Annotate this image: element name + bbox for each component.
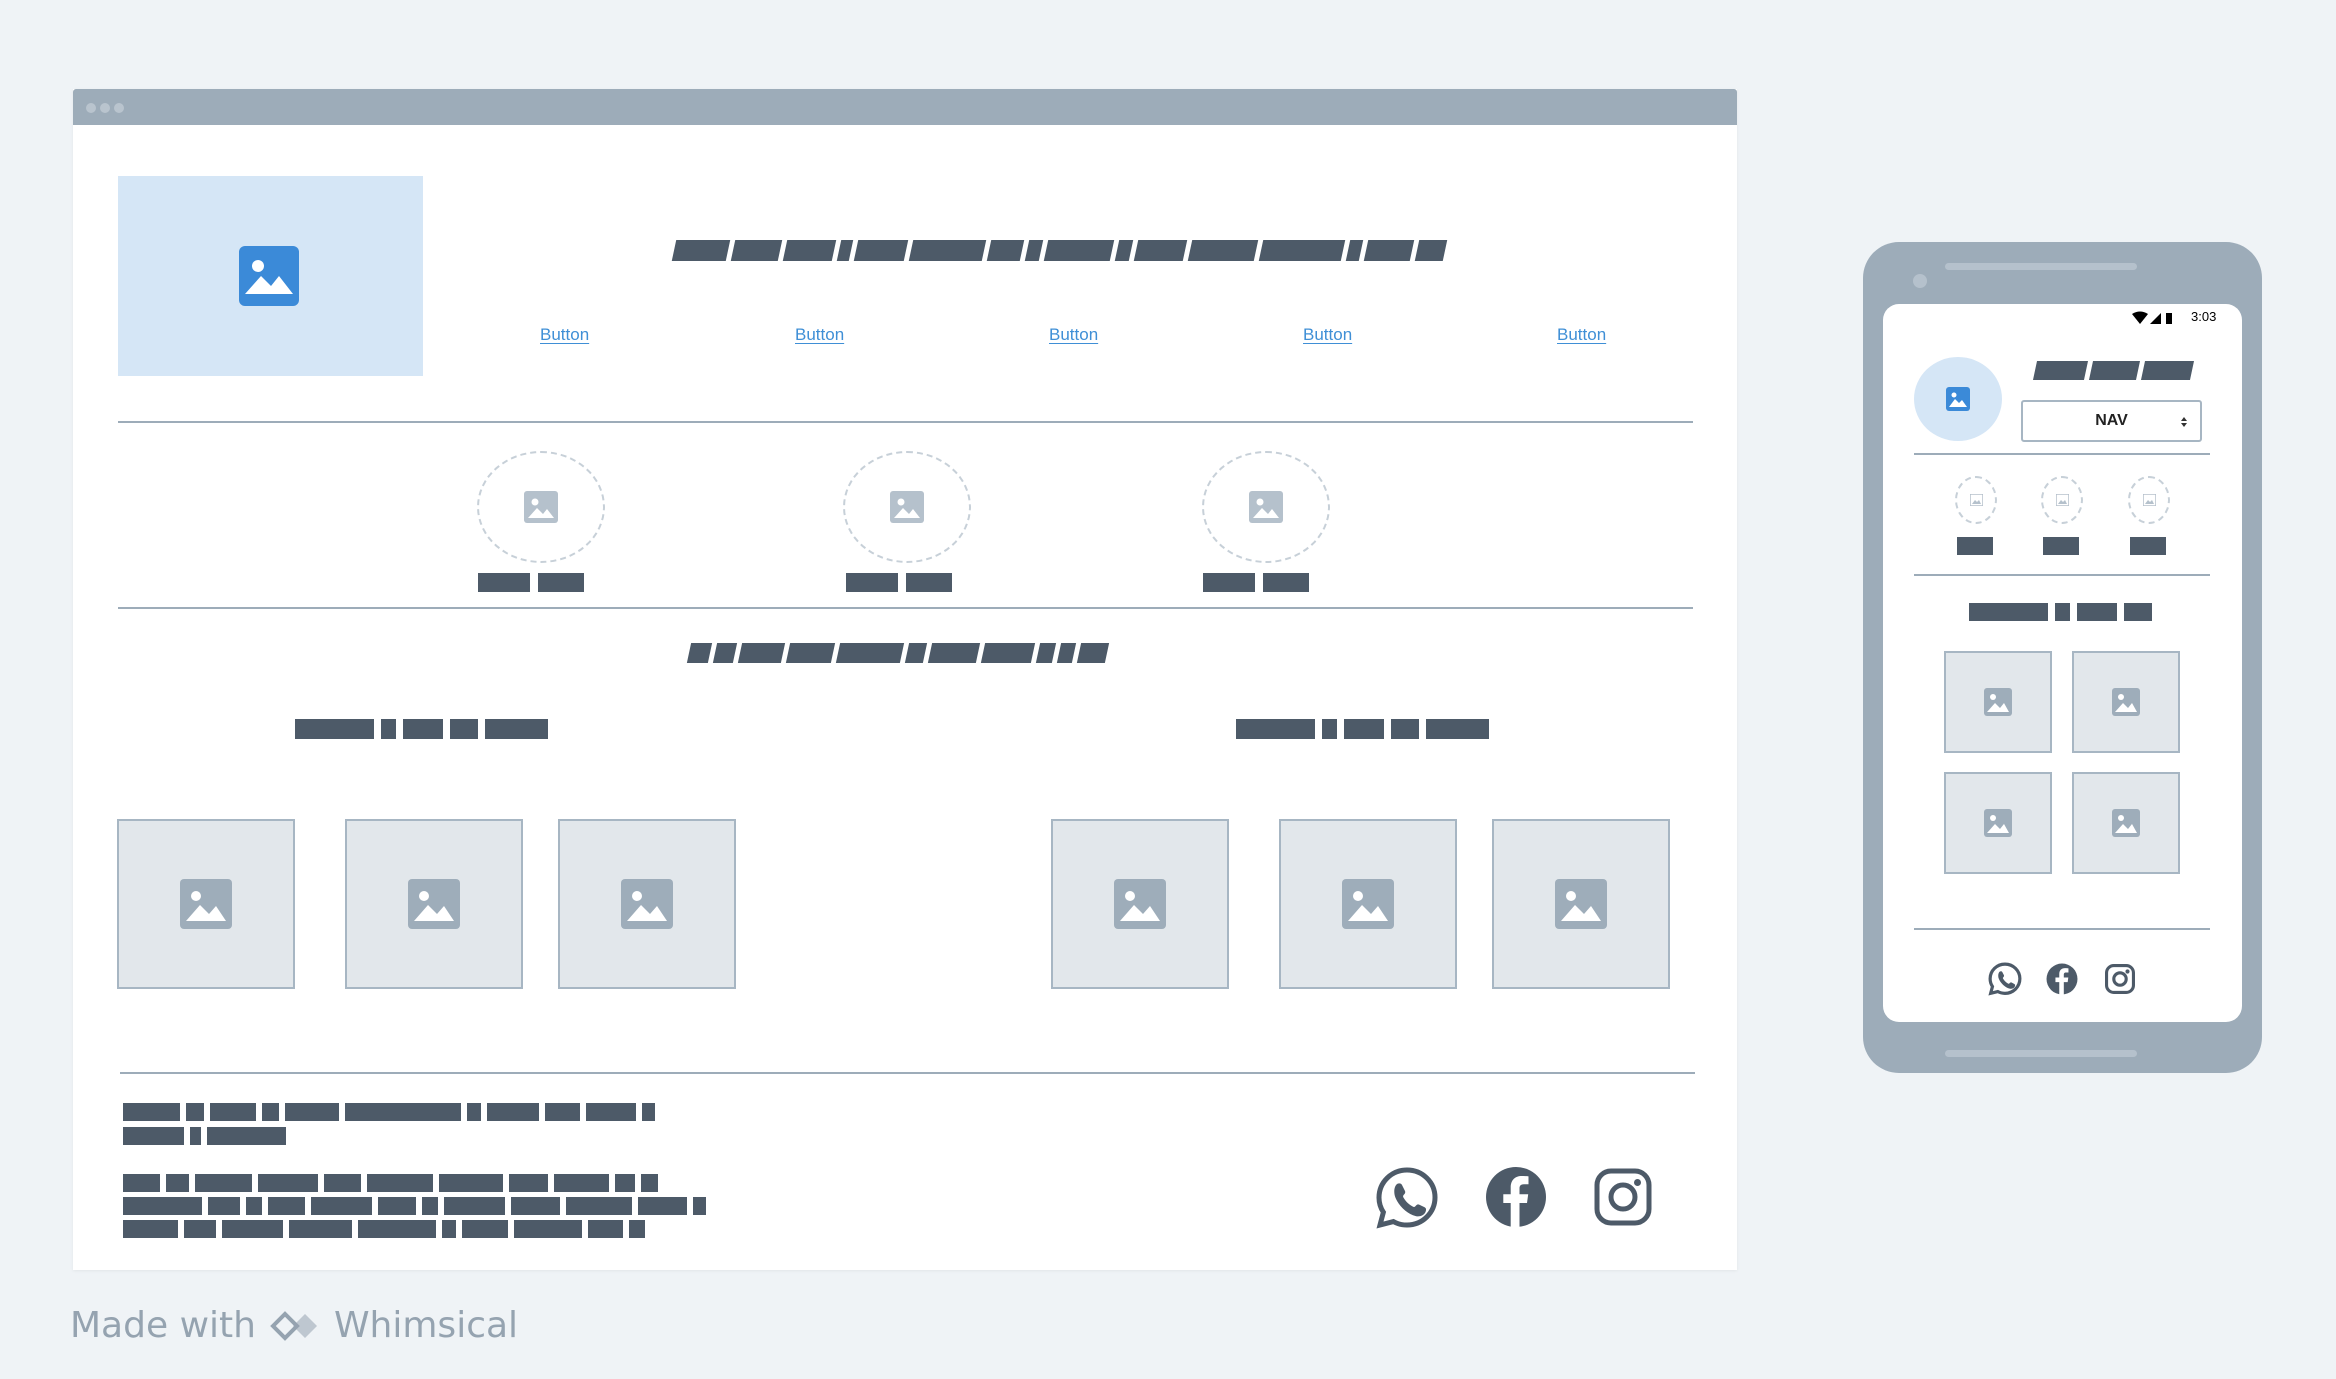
divider	[118, 607, 1693, 609]
product-tile[interactable]	[1279, 819, 1457, 989]
image-icon	[1114, 879, 1166, 929]
image-icon	[1984, 688, 2012, 716]
image-icon	[1969, 494, 1983, 506]
divider	[1914, 453, 2210, 455]
category-label-3	[1203, 573, 1309, 592]
mobile-logo-image	[1914, 357, 2002, 441]
category-label-2	[846, 573, 952, 592]
footer-text-line	[123, 1197, 706, 1215]
status-time: 3:03	[2191, 309, 2217, 324]
image-icon	[1342, 879, 1394, 929]
image-icon	[1249, 491, 1283, 523]
subsection-title-left	[295, 719, 548, 739]
image-icon	[2055, 494, 2069, 506]
mobile-header-title	[2032, 361, 2195, 380]
window-dot-icon	[114, 103, 124, 113]
image-icon	[1984, 809, 2012, 837]
brand-name: Whimsical	[333, 1305, 519, 1346]
category-label-1	[478, 573, 584, 592]
category-image-2[interactable]	[2041, 476, 2083, 524]
image-icon	[239, 246, 299, 306]
product-tile[interactable]	[1944, 651, 2052, 753]
category-image-2[interactable]	[843, 451, 971, 563]
category-image-3[interactable]	[1202, 451, 1330, 563]
mobile-wireframe-device: 3:03 NAV	[1863, 242, 2262, 1073]
footer-text-line	[123, 1174, 658, 1192]
whatsapp-icon[interactable]	[1375, 1166, 1439, 1230]
nav-button-3[interactable]: Button	[1049, 325, 1098, 345]
desktop-wireframe-window: Button Button Button Button Button	[73, 89, 1737, 1270]
image-icon	[408, 879, 460, 929]
image-icon	[524, 491, 558, 523]
nav-button-1[interactable]: Button	[540, 325, 589, 345]
product-tile[interactable]	[117, 819, 295, 989]
product-tile[interactable]	[1944, 772, 2052, 874]
window-dot-icon	[86, 103, 96, 113]
nav-button-2[interactable]: Button	[795, 325, 844, 345]
divider	[118, 421, 1693, 423]
mobile-screen: 3:03 NAV	[1883, 304, 2242, 1022]
nav-select-label: NAV	[2095, 412, 2128, 429]
divider	[1914, 928, 2210, 930]
category-label-1	[1957, 537, 1993, 555]
category-label-3	[2130, 537, 2166, 555]
category-image-3[interactable]	[2128, 476, 2170, 524]
mobile-section-title	[1969, 603, 2152, 621]
section-title	[686, 643, 1110, 663]
facebook-icon[interactable]	[2046, 963, 2078, 995]
status-icons	[2132, 311, 2172, 324]
product-tile[interactable]	[2072, 651, 2180, 753]
image-icon	[1555, 879, 1607, 929]
image-icon	[2142, 494, 2156, 506]
footer-text-line	[123, 1103, 655, 1121]
category-label-2	[2043, 537, 2079, 555]
divider	[120, 1072, 1695, 1074]
whatsapp-icon[interactable]	[1988, 962, 2022, 996]
nav-button-5[interactable]: Button	[1557, 325, 1606, 345]
image-icon	[2112, 688, 2140, 716]
select-arrows-icon	[2181, 417, 2187, 427]
home-indicator	[1945, 1050, 2137, 1057]
footer-text-line	[123, 1220, 645, 1238]
speaker-grille	[1945, 263, 2137, 270]
image-icon	[2112, 809, 2140, 837]
image-icon	[1946, 387, 1970, 411]
header-title	[671, 240, 1448, 261]
made-with-whimsical-badge[interactable]: Made with Whimsical	[70, 1305, 518, 1346]
made-with-label: Made with	[70, 1305, 256, 1346]
nav-select[interactable]: NAV	[2021, 400, 2202, 442]
whimsical-logo-icon	[270, 1310, 317, 1341]
instagram-icon[interactable]	[2105, 964, 2135, 994]
product-tile[interactable]	[558, 819, 736, 989]
category-image-1[interactable]	[477, 451, 605, 563]
subsection-title-right	[1236, 719, 1489, 739]
hero-image	[118, 176, 423, 376]
nav-button-4[interactable]: Button	[1303, 325, 1352, 345]
product-tile[interactable]	[345, 819, 523, 989]
product-tile[interactable]	[1051, 819, 1229, 989]
browser-title-bar	[73, 89, 1737, 125]
image-icon	[890, 491, 924, 523]
product-tile[interactable]	[1492, 819, 1670, 989]
footer-text-line	[123, 1127, 286, 1145]
image-icon	[621, 879, 673, 929]
product-tile[interactable]	[2072, 772, 2180, 874]
instagram-icon[interactable]	[1594, 1168, 1652, 1226]
divider	[1914, 574, 2210, 576]
window-dot-icon	[100, 103, 110, 113]
camera-icon	[1913, 274, 1927, 288]
facebook-icon[interactable]	[1485, 1166, 1547, 1228]
category-image-1[interactable]	[1955, 476, 1997, 524]
image-icon	[180, 879, 232, 929]
